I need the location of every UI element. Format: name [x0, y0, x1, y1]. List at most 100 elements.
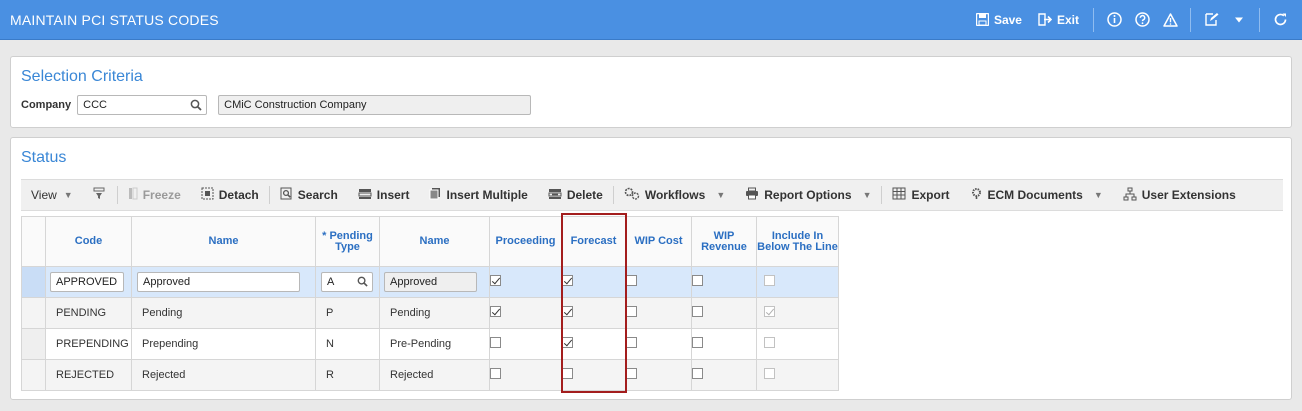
- code-cell: APPROVED: [45, 266, 132, 298]
- pending-type-value: A: [327, 276, 335, 288]
- search-icon: [280, 187, 293, 203]
- forecast-checkbox[interactable]: [562, 306, 573, 317]
- name-value: Prepending: [142, 338, 199, 350]
- name-input[interactable]: Approved: [137, 272, 300, 292]
- proceeding-checkbox[interactable]: [490, 368, 501, 379]
- insert-multiple-button[interactable]: Insert Multiple: [419, 180, 537, 210]
- table-row[interactable]: REJECTED Rejected R Rejected: [21, 359, 839, 391]
- column-header-code[interactable]: Code: [45, 216, 132, 267]
- wip-revenue-checkbox[interactable]: [692, 306, 703, 317]
- insert-label: Insert: [376, 188, 410, 202]
- forecast-checkbox[interactable]: [562, 368, 573, 379]
- ecm-documents-label: ECM Documents: [987, 188, 1083, 202]
- column-header-include-below-line[interactable]: Include In Below The Line: [756, 216, 839, 267]
- pending-type-cell[interactable]: P: [315, 297, 380, 329]
- code-value: APPROVED: [56, 276, 118, 288]
- company-input[interactable]: CCC: [77, 95, 208, 115]
- wip-revenue-checkbox[interactable]: [692, 275, 703, 286]
- wip-cost-checkbox[interactable]: [626, 275, 637, 286]
- proceeding-checkbox[interactable]: [490, 337, 501, 348]
- warning-icon[interactable]: [1156, 12, 1184, 27]
- refresh-icon[interactable]: [1266, 12, 1294, 27]
- chevron-down-icon: ▼: [716, 190, 726, 200]
- row-selector[interactable]: [21, 328, 46, 360]
- code-cell[interactable]: PREPENDING: [45, 328, 132, 360]
- name-cell[interactable]: Pending: [131, 297, 316, 329]
- ecm-documents-menu[interactable]: ECM Documents ▼: [960, 180, 1113, 210]
- row-selector[interactable]: [21, 359, 46, 391]
- column-header-wip-cost[interactable]: WIP Cost: [625, 216, 692, 267]
- table-row[interactable]: PREPENDING Prepending N Pre-Pending: [21, 328, 839, 360]
- view-menu[interactable]: View ▼: [21, 180, 83, 210]
- proceeding-checkbox[interactable]: [490, 275, 501, 286]
- forecast-cell: [561, 359, 626, 391]
- save-button[interactable]: Save: [968, 13, 1030, 27]
- proceeding-cell: [489, 328, 562, 360]
- company-label: Company: [21, 99, 72, 111]
- freeze-icon: [128, 187, 138, 203]
- type-name-cell: Rejected: [379, 359, 490, 391]
- search-icon[interactable]: [190, 99, 202, 114]
- wip-revenue-checkbox[interactable]: [692, 337, 703, 348]
- code-cell[interactable]: PENDING: [45, 297, 132, 329]
- forecast-checkbox[interactable]: [562, 337, 573, 348]
- exit-icon: [1038, 13, 1052, 26]
- query-by-example-button[interactable]: [83, 180, 117, 210]
- selection-criteria-title: Selection Criteria: [21, 68, 143, 85]
- pending-type-input[interactable]: A: [321, 272, 373, 292]
- code-input[interactable]: APPROVED: [50, 272, 124, 292]
- forecast-checkbox[interactable]: [562, 275, 573, 286]
- column-header-type-name[interactable]: Name: [379, 216, 490, 267]
- workflows-menu[interactable]: Workflows ▼: [614, 180, 735, 210]
- insert-icon: [358, 188, 372, 203]
- column-header-proceeding[interactable]: Proceeding: [489, 216, 562, 267]
- detach-button[interactable]: Detach: [191, 180, 269, 210]
- column-header-wip-revenue[interactable]: WIP Revenue: [691, 216, 757, 267]
- pending-type-cell[interactable]: R: [315, 359, 380, 391]
- table-row[interactable]: PENDING Pending P Pending: [21, 297, 839, 329]
- chevron-down-icon[interactable]: [1225, 16, 1253, 24]
- include-checkbox[interactable]: [764, 306, 775, 317]
- search-icon[interactable]: [357, 276, 368, 290]
- help-icon[interactable]: [1128, 12, 1156, 27]
- include-checkbox[interactable]: [764, 368, 775, 379]
- company-name-field: CMiC Construction Company: [218, 95, 532, 115]
- type-name-value: Approved: [390, 276, 438, 288]
- insert-button[interactable]: Insert: [348, 180, 420, 210]
- user-extensions-button[interactable]: User Extensions: [1113, 180, 1246, 210]
- proceeding-checkbox[interactable]: [490, 306, 501, 317]
- wip-cost-checkbox[interactable]: [626, 337, 637, 348]
- search-button[interactable]: Search: [270, 180, 348, 210]
- name-cell[interactable]: Prepending: [131, 328, 316, 360]
- row-selector[interactable]: [21, 297, 46, 329]
- code-value: REJECTED: [56, 369, 115, 381]
- wip-revenue-checkbox[interactable]: [692, 368, 703, 379]
- info-icon[interactable]: [1100, 12, 1128, 27]
- detach-icon: [201, 187, 214, 203]
- column-header-name[interactable]: Name: [131, 216, 316, 267]
- column-header-forecast[interactable]: Forecast: [561, 216, 626, 267]
- include-checkbox[interactable]: [764, 275, 775, 286]
- name-value: Approved: [143, 276, 191, 288]
- column-header-pending-type[interactable]: * Pending Type: [315, 216, 380, 267]
- exit-button[interactable]: Exit: [1030, 13, 1087, 27]
- row-selector[interactable]: [21, 266, 46, 298]
- save-icon: [975, 13, 989, 26]
- edit-icon[interactable]: [1197, 12, 1225, 27]
- code-cell[interactable]: REJECTED: [45, 359, 132, 391]
- delete-button[interactable]: Delete: [538, 180, 613, 210]
- type-name-field: Approved: [384, 272, 477, 292]
- wip-cost-checkbox[interactable]: [626, 368, 637, 379]
- table-row[interactable]: APPROVED Approved A Approved: [21, 266, 839, 298]
- freeze-button[interactable]: Freeze: [118, 180, 191, 210]
- export-button[interactable]: Export: [882, 180, 959, 210]
- gear-icon: [970, 187, 983, 203]
- wip-cost-cell: [625, 359, 692, 391]
- include-checkbox[interactable]: [764, 337, 775, 348]
- pending-type-cell[interactable]: N: [315, 328, 380, 360]
- save-label: Save: [993, 12, 1022, 27]
- report-options-menu[interactable]: Report Options ▼: [735, 180, 881, 210]
- wip-cost-checkbox[interactable]: [626, 306, 637, 317]
- header-separator: [1093, 7, 1094, 32]
- name-cell[interactable]: Rejected: [131, 359, 316, 391]
